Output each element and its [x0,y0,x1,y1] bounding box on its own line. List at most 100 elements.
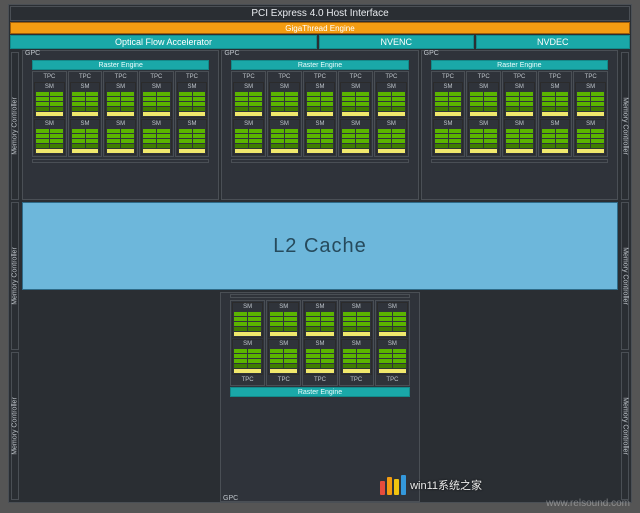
watermark-site1: win11系统之家 [380,475,482,495]
tpc-label: TPC [376,73,407,81]
sm-cuda-row [307,102,334,106]
sm-cuda-row [307,92,334,96]
sm-cuda-row [72,139,99,143]
sm-rt-row [506,112,533,116]
sm-cuda-row [342,139,369,143]
memory-controllers-right: Memory ControllerMemory ControllerMemory… [619,50,631,502]
sm-block: SM [70,82,101,118]
sm-rt-row [234,369,261,373]
sm-label: SM [179,84,206,91]
sm-block: SM [341,339,372,375]
sm-rt-row [379,369,406,373]
memory-controller-label: Memory Controller [622,97,629,155]
gpc-row-top: GPCRaster EngineTPCSMSMTPCSMSMTPCSMSMTPC… [22,50,618,200]
sm-cuda-row [342,97,369,101]
sm-tensor-row [271,144,298,148]
memory-controller-label: Memory Controller [622,397,629,455]
sm-label: SM [506,121,533,128]
sm-cuda-row [72,102,99,106]
sm-block: SM [34,119,65,155]
sm-label: SM [378,121,405,128]
sm-rt-row [235,112,262,116]
sm-tensor-row [72,144,99,148]
sm-block: SM [232,302,263,338]
memory-controller: Memory Controller [621,52,629,200]
sm-block: SM [305,119,336,155]
sm-cuda-row [306,312,333,316]
sm-cuda-row [506,129,533,133]
sm-rt-row [379,332,406,336]
tpc-block: TPCSMSM [68,71,103,157]
sm-block: SM [268,339,299,375]
gpc-block: GPCRaster EngineTPCSMSMTPCSMSMTPCSMSMTPC… [221,50,418,200]
sm-cuda-row [143,102,170,106]
sm-block: SM [433,119,464,155]
sm-cuda-row [378,139,405,143]
sm-block: SM [341,302,372,338]
sm-cuda-row [379,354,406,358]
sm-rt-row [343,332,370,336]
tpc-label: TPC [268,376,299,384]
sm-label: SM [343,341,370,348]
sm-cuda-row [270,359,297,363]
sm-tensor-row [179,144,206,148]
sm-block: SM [504,119,535,155]
sm-cuda-row [235,134,262,138]
sm-cuda-row [343,317,370,321]
memory-controllers-left: Memory ControllerMemory ControllerMemory… [9,50,21,502]
sm-rt-row [542,149,569,153]
chip-body: Memory Controller Memory Controller Memory… [9,50,631,502]
gpu-block-diagram: PCI Express 4.0 Host Interface GigaThrea… [0,0,640,513]
sm-tensor-row [235,144,262,148]
sm-tensor-row [343,364,370,368]
sm-cuda-row [470,134,497,138]
gpc-block: GPCRaster EngineTPCSMSMTPCSMSMTPCSMSMTPC… [22,50,219,200]
sm-tensor-row [378,107,405,111]
sm-cuda-row [306,349,333,353]
sm-cuda-row [72,134,99,138]
sm-label: SM [307,121,334,128]
polymorph-bar [230,294,410,298]
sm-cuda-row [379,322,406,326]
memory-controller-label: Memory Controller [12,247,19,305]
sm-rt-row [270,332,297,336]
sm-cuda-row [577,129,604,133]
sm-rt-row [306,332,333,336]
sm-cuda-row [542,139,569,143]
tpc-block: TPCSMSM [267,71,302,157]
sm-cuda-row [107,139,134,143]
sm-cuda-row [235,97,262,101]
pci-interface: PCI Express 4.0 Host Interface [10,6,630,21]
sm-tensor-row [270,327,297,331]
sm-cuda-row [143,97,170,101]
gpc-bottom: SMSMTPCSMSMTPCSMSMTPCSMSMTPCSMSMTPCRaste… [220,292,420,502]
raster-engine: Raster Engine [231,60,408,70]
tpc-label: TPC [233,73,264,81]
sm-cuda-row [36,139,63,143]
sm-label: SM [270,341,297,348]
polymorph-bar [431,159,608,163]
sm-rt-row [143,112,170,116]
sm-tensor-row [36,107,63,111]
sm-tensor-row [577,144,604,148]
sm-cuda-row [107,134,134,138]
sm-cuda-row [271,139,298,143]
tpc-label: TPC [305,73,336,81]
sm-tensor-row [506,107,533,111]
sm-cuda-row [234,312,261,316]
sm-cuda-row [542,92,569,96]
sm-tensor-row [379,364,406,368]
raster-engine: Raster Engine [32,60,209,70]
sm-rt-row [577,112,604,116]
sm-tensor-row [307,107,334,111]
memory-controller: Memory Controller [11,352,19,500]
sm-cuda-row [107,97,134,101]
nvenc-block: NVENC [319,35,474,49]
sm-cuda-row [343,359,370,363]
sm-tensor-row [342,144,369,148]
sm-cuda-row [379,317,406,321]
sm-cuda-row [506,97,533,101]
sm-cuda-row [143,92,170,96]
sm-block: SM [304,339,335,375]
sm-rt-row [271,149,298,153]
